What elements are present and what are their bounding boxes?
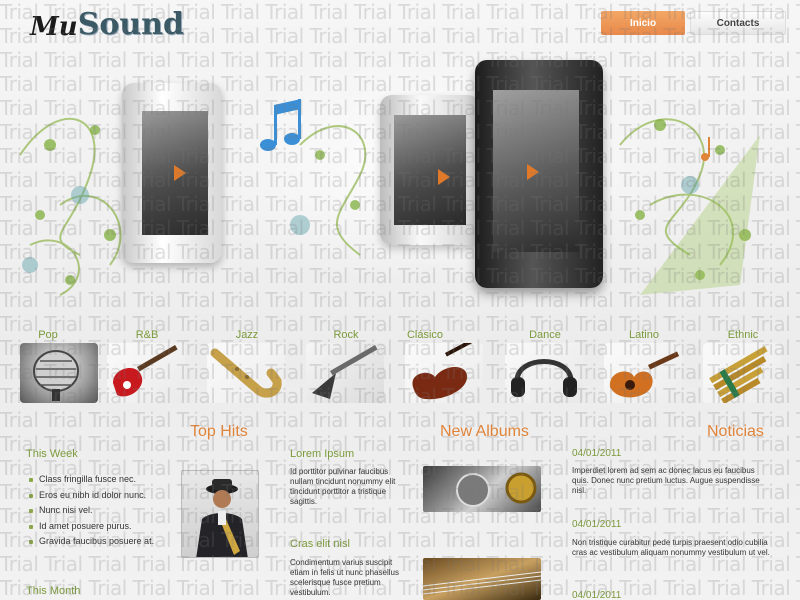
top-hits-this-week-label: This Week bbox=[26, 448, 78, 460]
genre-image-clasico-violin[interactable] bbox=[405, 337, 483, 403]
section-title-new-albums: New Albums bbox=[440, 423, 529, 440]
genre-image-rock-guitar[interactable] bbox=[306, 343, 384, 403]
top-hit-item[interactable]: Id amet posuere purus. bbox=[26, 519, 154, 535]
section-title-top-hits: Top Hits bbox=[190, 423, 248, 440]
genre-label-rnb[interactable]: R&B bbox=[107, 329, 187, 341]
section-title-news: Noticias bbox=[707, 423, 764, 440]
logo-part2: Sound bbox=[77, 7, 184, 42]
top-hit-item[interactable]: Class fringilla fusce nec. bbox=[26, 472, 154, 488]
album-description-1: Id porttitor pulvinar faucibus nullam ti… bbox=[290, 467, 396, 506]
genre-label-jazz[interactable]: Jazz bbox=[207, 329, 287, 341]
white-tablet-center bbox=[380, 95, 480, 245]
play-icon bbox=[438, 169, 450, 185]
top-hits-this-month-label: This Month bbox=[26, 585, 81, 597]
logo-part1: Mu bbox=[30, 12, 78, 42]
news-text-1: Imperdiet lorem ad sem ac donec lacus eu… bbox=[572, 466, 760, 495]
genre-image-dance-headphones[interactable] bbox=[505, 343, 583, 403]
genre-image-pop-microphone[interactable] bbox=[20, 343, 98, 403]
genre-label-ethnic[interactable]: Ethnic bbox=[703, 329, 783, 341]
genre-image-jazz-saxophone[interactable] bbox=[207, 343, 285, 403]
album-title-1[interactable]: Lorem Ipsum bbox=[290, 448, 354, 460]
black-tablet-right bbox=[475, 60, 603, 288]
news-date-2: 04/01/2011 bbox=[572, 519, 622, 530]
genre-label-pop[interactable]: Pop bbox=[8, 329, 88, 341]
genre-image-rnb-guitar[interactable] bbox=[107, 343, 185, 403]
nav-home-button[interactable]: Inicio bbox=[601, 11, 685, 35]
album-description-2: Condimentum varius suscipit etiam in fel… bbox=[290, 558, 399, 597]
top-hit-item[interactable]: Nunc nisi vel. bbox=[26, 503, 154, 519]
page: Mu Sound Inicio Contacts Pop R&B Jazz Ro… bbox=[0, 0, 800, 600]
album-thumbnail-1[interactable] bbox=[423, 466, 541, 512]
genre-label-clasico[interactable]: Clásico bbox=[385, 329, 465, 341]
genre-label-rock[interactable]: Rock bbox=[306, 329, 386, 341]
news-text-2: Non tristique curabitur pede turpis prae… bbox=[572, 538, 770, 557]
genre-label-latino[interactable]: Latino bbox=[604, 329, 684, 341]
top-hits-list: Class fringilla fusce nec. Eros eu nibh … bbox=[26, 472, 154, 550]
genre-image-latino-guitar[interactable] bbox=[604, 343, 682, 403]
album-thumbnail-2[interactable] bbox=[422, 558, 542, 600]
genre-label-dance[interactable]: Dance bbox=[505, 329, 585, 341]
album-title-2[interactable]: Cras elit nisl bbox=[290, 538, 350, 550]
play-icon bbox=[527, 164, 539, 180]
genre-image-ethnic-panflute[interactable] bbox=[703, 343, 781, 405]
news-date-1: 04/01/2011 bbox=[572, 448, 622, 459]
nav-contacts-button[interactable]: Contacts bbox=[690, 11, 786, 35]
artist-photo[interactable] bbox=[181, 470, 259, 558]
hero-banner bbox=[0, 55, 800, 315]
white-tablet-left bbox=[122, 83, 222, 263]
play-icon bbox=[174, 165, 186, 181]
top-hit-item[interactable]: Eros eu nibh id dolor nunc. bbox=[26, 488, 154, 504]
logo[interactable]: Mu Sound bbox=[30, 6, 184, 42]
top-hit-item[interactable]: Gravida faucibus posuere at. bbox=[26, 534, 154, 550]
news-date-3: 04/01/2011 bbox=[572, 590, 622, 600]
